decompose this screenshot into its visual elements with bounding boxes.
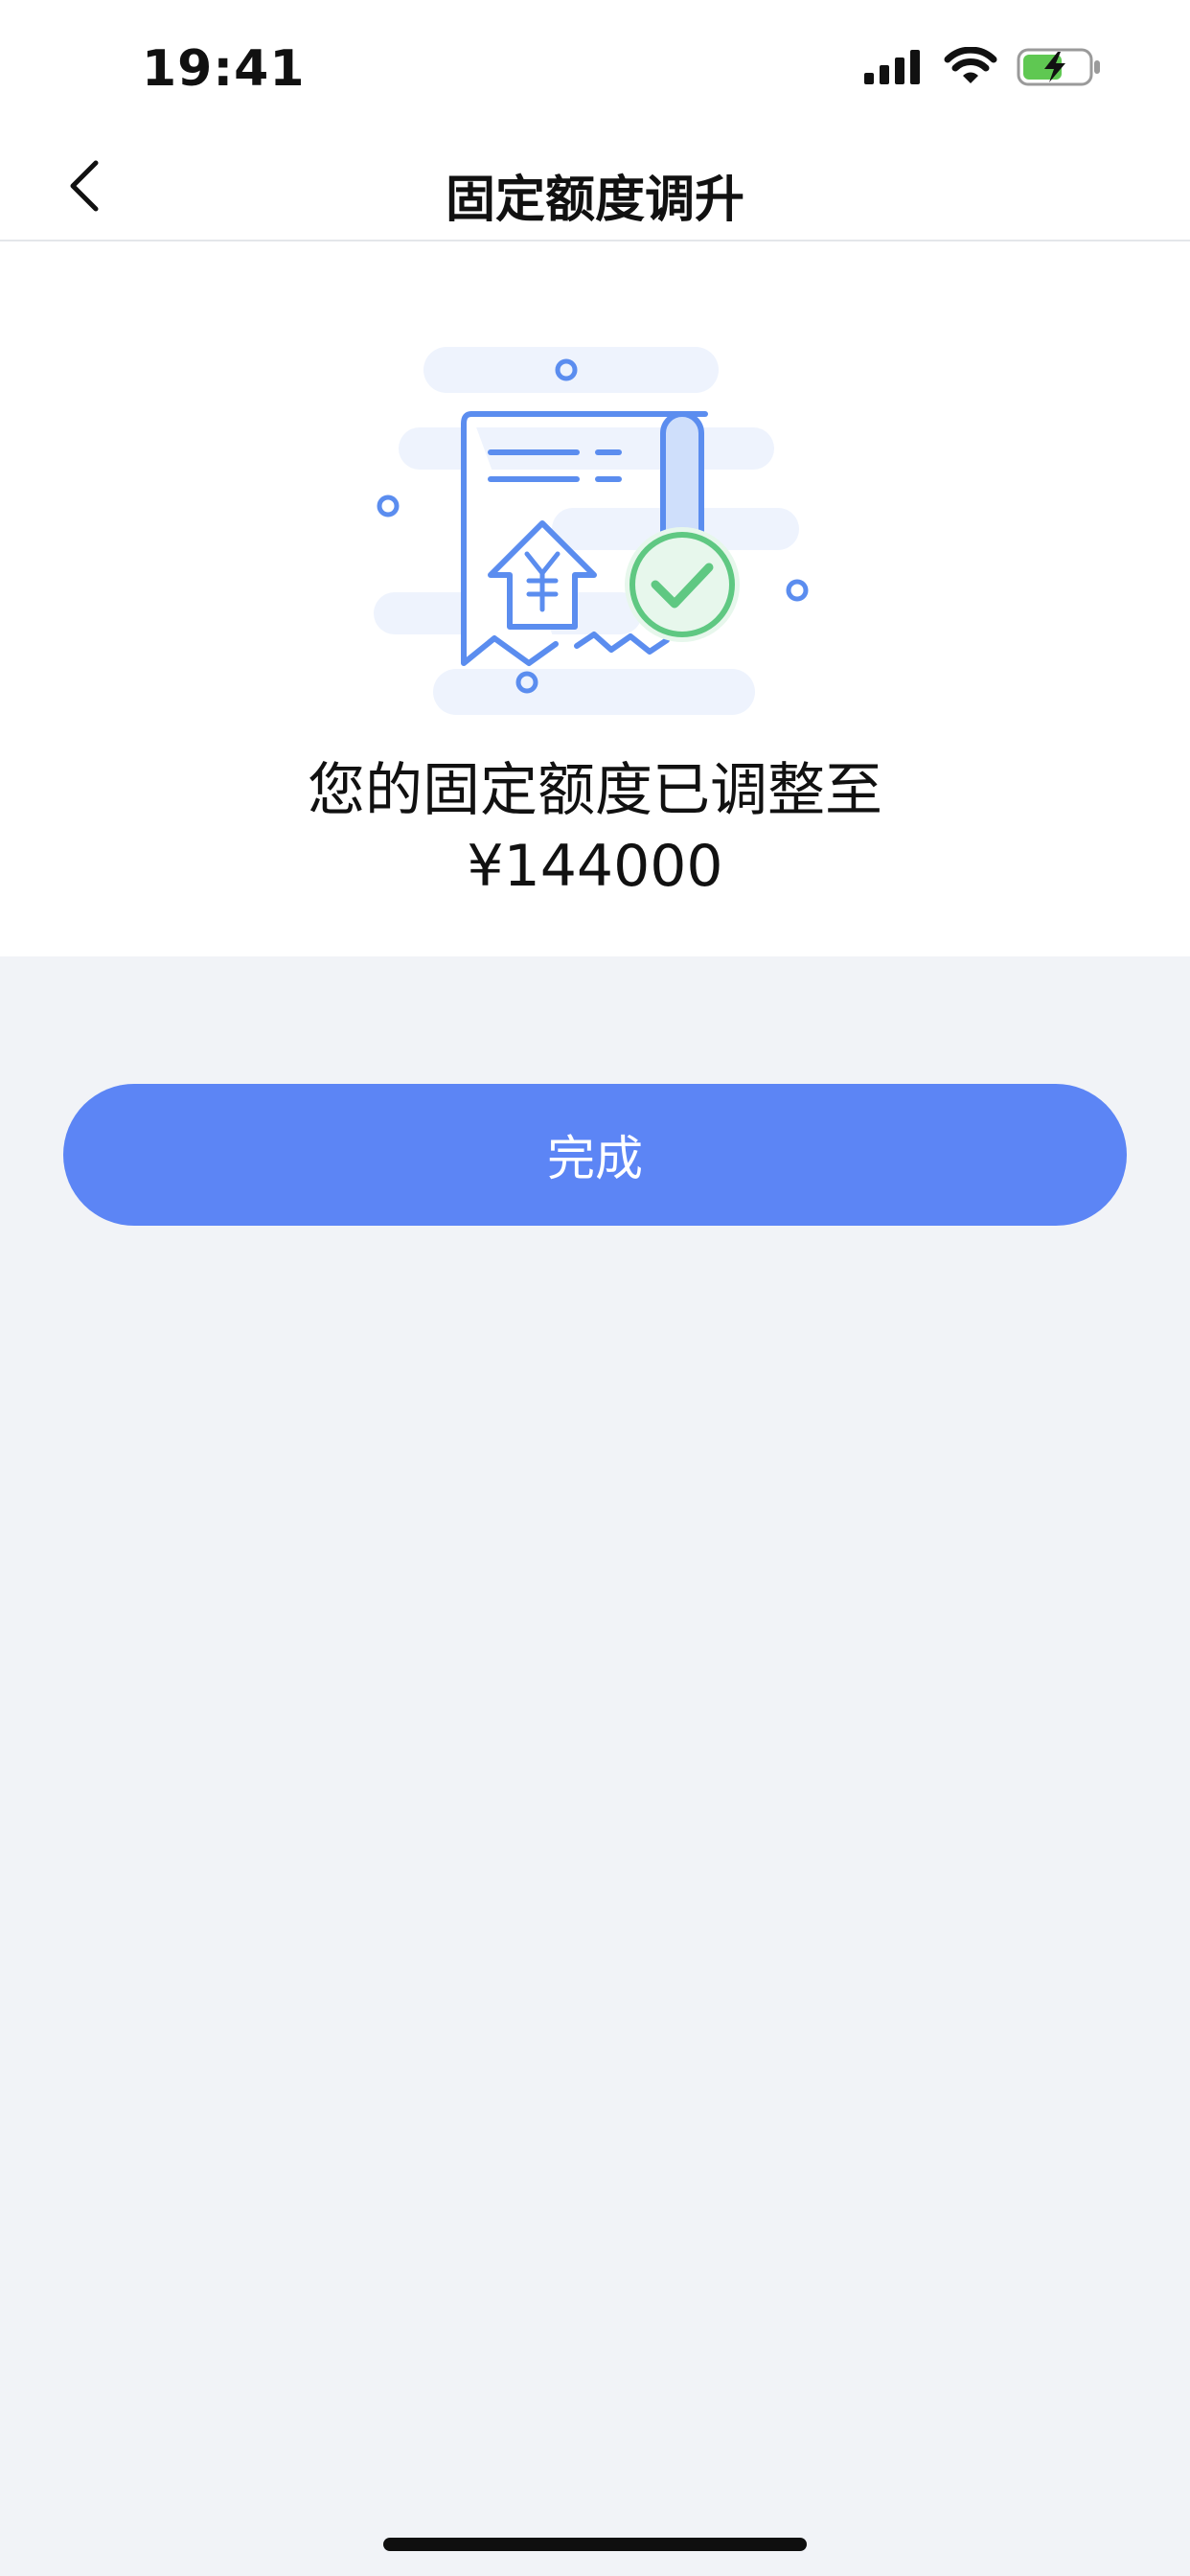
page-title: 固定额度调升 [445, 172, 744, 229]
signal-icon [862, 48, 926, 90]
status-bar: 19:41 [0, 0, 1190, 140]
status-time: 19:41 [142, 40, 306, 98]
battery-charging-icon [1016, 46, 1104, 92]
receipt-upgrade-success-icon [364, 347, 834, 726]
nav-bar: 固定额度调升 [0, 140, 1190, 242]
status-icons [862, 46, 1104, 92]
done-button[interactable]: 完成 [63, 1084, 1127, 1226]
result-message: 您的固定额度已调整至 [308, 757, 882, 824]
wifi-icon [943, 46, 998, 91]
home-indicator[interactable] [383, 2538, 807, 2551]
credit-amount: ¥144000 [467, 833, 723, 900]
result-panel: 您的固定额度已调整至 ¥144000 [0, 242, 1190, 956]
